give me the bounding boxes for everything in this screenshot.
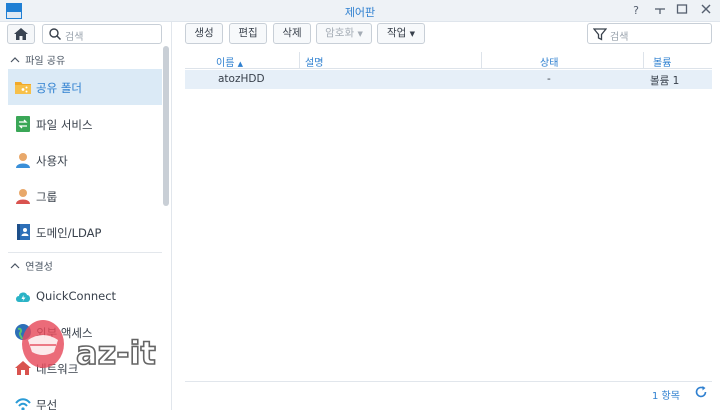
- pin-icon[interactable]: [652, 3, 668, 19]
- filter-search-placeholder: 검색: [610, 32, 629, 43]
- sidebar-item-label: 사용자: [36, 154, 68, 168]
- section-label: 파일 공유: [25, 56, 66, 67]
- item-count: 1 항목: [652, 391, 680, 402]
- cell-status: -: [547, 73, 551, 85]
- table-header: 이름 ▲ 설명 상태 볼륨: [185, 52, 712, 69]
- column-name-label: 이름: [216, 58, 235, 69]
- sidebar-search-placeholder: 검색: [65, 32, 84, 43]
- sort-ascending-icon: ▲: [237, 60, 243, 68]
- close-icon[interactable]: [698, 3, 714, 19]
- refresh-icon[interactable]: [694, 385, 708, 399]
- edit-button[interactable]: 편집: [229, 23, 267, 44]
- section-connectivity[interactable]: 연결성: [10, 258, 53, 274]
- shared-folder-icon: [15, 82, 31, 94]
- home-button[interactable]: [7, 24, 35, 44]
- section-file-sharing[interactable]: 파일 공유: [10, 52, 65, 68]
- column-description[interactable]: 설명: [305, 54, 323, 69]
- group-icon: [16, 189, 30, 204]
- title-bar: 제어판 ?: [0, 0, 720, 22]
- filter-search-input[interactable]: 검색: [587, 23, 712, 44]
- search-icon: [49, 28, 62, 41]
- create-button[interactable]: 생성: [185, 23, 223, 44]
- sidebar-item-quickconnect[interactable]: QuickConnect: [8, 278, 162, 314]
- chevron-up-icon: [10, 262, 22, 273]
- sidebar-item-label: 그룹: [36, 190, 58, 204]
- sidebar-item-file-services[interactable]: 파일 서비스: [8, 106, 162, 142]
- column-name[interactable]: 이름 ▲: [216, 54, 243, 69]
- encryption-dropdown[interactable]: 암호화 ▼: [316, 23, 372, 44]
- encryption-label: 암호화: [325, 27, 355, 39]
- maximize-icon[interactable]: [674, 3, 690, 19]
- sidebar-search-input[interactable]: 검색: [42, 24, 162, 44]
- sidebar-item-label: 파일 서비스: [36, 118, 93, 132]
- home-icon: [14, 28, 28, 40]
- caret-down-icon: ▼: [409, 30, 416, 38]
- domain-ldap-icon: [17, 224, 30, 240]
- window-title: 제어판: [344, 6, 376, 19]
- watermark-text: az-it: [76, 334, 156, 372]
- filter-icon: [593, 28, 607, 41]
- action-dropdown[interactable]: 작업 ▼: [377, 23, 425, 44]
- sidebar-item-user[interactable]: 사용자: [8, 142, 162, 178]
- column-status[interactable]: 상태: [540, 54, 558, 69]
- cell-name: atozHDD: [218, 73, 265, 85]
- cell-volume: 볼륨 1: [650, 75, 680, 87]
- file-services-icon: [16, 116, 30, 132]
- column-volume[interactable]: 볼륨: [653, 54, 671, 69]
- caret-down-icon: ▼: [357, 30, 363, 38]
- question-mark-icon[interactable]: ?: [628, 3, 644, 19]
- footer-divider: [185, 381, 712, 382]
- sidebar-item-group[interactable]: 그룹: [8, 178, 162, 214]
- sidebar-item-domain-ldap[interactable]: 도메인/LDAP: [8, 214, 162, 250]
- user-icon: [16, 153, 30, 168]
- delete-button[interactable]: 삭제: [273, 23, 311, 44]
- quickconnect-icon: [16, 292, 30, 302]
- sidebar-item-label: 도메인/LDAP: [36, 226, 102, 240]
- section-label: 연결성: [25, 262, 53, 273]
- sidebar-item-label: QuickConnect: [36, 289, 117, 303]
- az-it-watermark-logo: az-it: [18, 318, 188, 410]
- chevron-up-icon: [10, 56, 22, 67]
- sidebar-item-shared-folder[interactable]: 공유 폴더: [8, 69, 162, 105]
- sidebar-scrollbar[interactable]: [163, 46, 169, 206]
- sidebar-item-label: 공유 폴더: [36, 81, 82, 95]
- action-label: 작업: [386, 27, 407, 39]
- table-row[interactable]: atozHDD - 볼륨 1: [185, 70, 712, 89]
